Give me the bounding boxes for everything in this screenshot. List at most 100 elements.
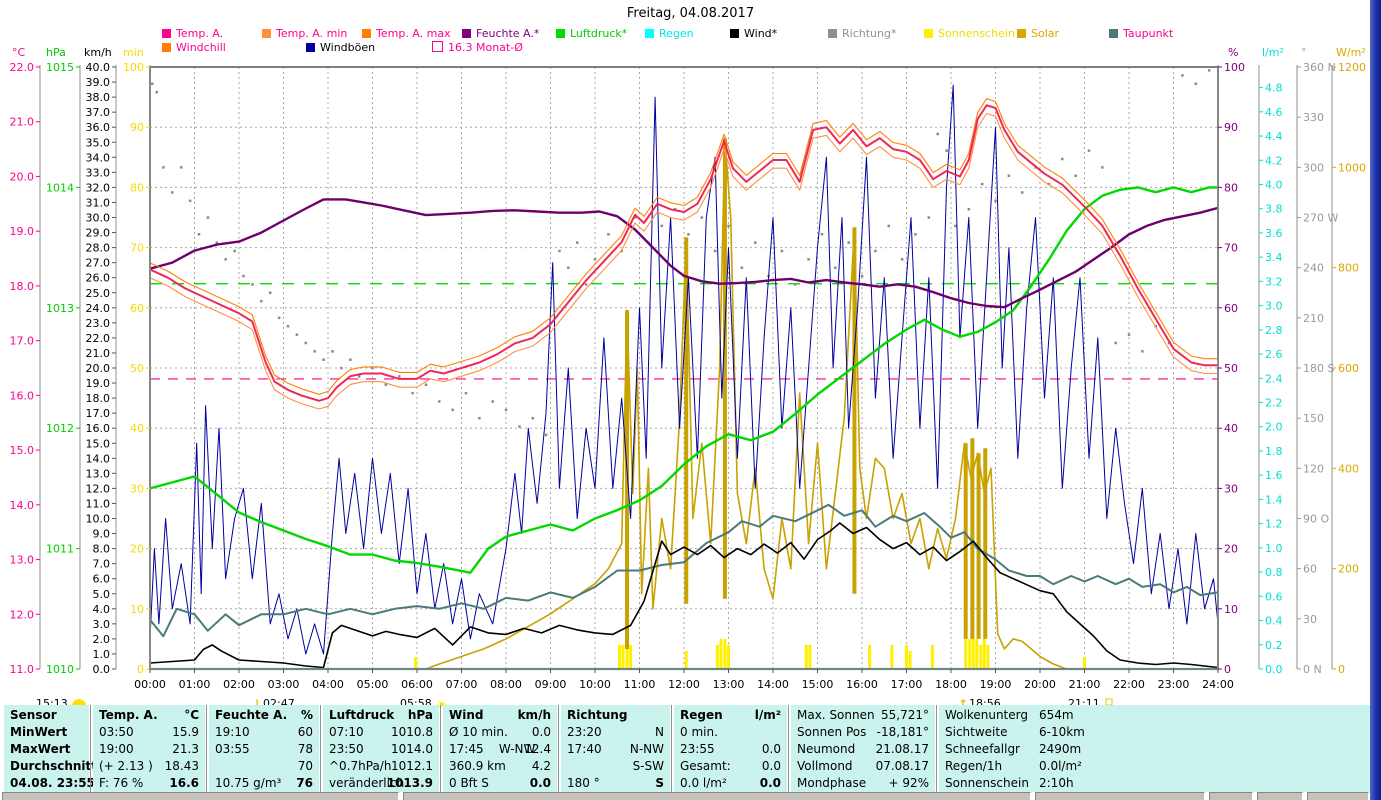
x-label: 13:00 (713, 678, 745, 691)
humidity-axis-label: 40 (1224, 422, 1238, 435)
table-row: Luftdruck hPa (323, 707, 439, 724)
x-label: 05:00 (357, 678, 389, 691)
wind-axis-label: 38.0 (86, 91, 111, 104)
sunshine-bar (982, 638, 986, 669)
table-cell: 0.0 (761, 759, 781, 773)
sunshine-axis-label: 0 (137, 663, 144, 676)
table-divider (440, 705, 441, 792)
sunshine-axis-label: 100 (123, 61, 144, 74)
temp-axis-label: 18.0 (10, 280, 35, 293)
temp-axis-label: 13.0 (10, 554, 35, 567)
direction-dot (171, 191, 174, 194)
rain-axis-label: 0.0 (1265, 663, 1283, 676)
direction-dot (927, 216, 931, 219)
wind-axis-label: 12.0 (86, 482, 111, 495)
sunshine-bar (868, 644, 872, 669)
sunshine-bar (986, 644, 990, 669)
sunshine-axis-label: 30 (130, 482, 144, 495)
table-cell: °C (184, 708, 199, 722)
sunshine-bar (968, 638, 972, 669)
solar-axis-label: 400 (1338, 462, 1359, 475)
solar-spike-bar (983, 448, 988, 639)
weather-day-chart[interactable]: 11.0 12.0 13.0 14.0 15.0 16.0 17.0 18.0 19.0 20.0… (0, 0, 1381, 712)
table-cell: 07:10 (329, 725, 364, 739)
table-cell: + 92% (888, 776, 929, 790)
table-row: 07:10 1010.8 (323, 724, 439, 741)
pressure-axis-label: 1010 (46, 663, 74, 676)
direction-dot (780, 249, 784, 253)
statusbar-segment (2, 792, 399, 800)
table-row: Regen l/m² (674, 707, 787, 724)
table-cell: 70 (297, 759, 313, 773)
wind-axis-label: 32.0 (86, 181, 111, 194)
table-cell: 2:10h (1039, 776, 1074, 790)
table-row: (+ 2.13 ) 18.43 (93, 758, 205, 775)
wind-axis-label: 34.0 (86, 151, 111, 164)
direction-dot (518, 425, 521, 428)
rain-axis-label: 2.2 (1265, 397, 1283, 410)
wind-axis-label: 2.0 (93, 633, 111, 646)
rain-axis-label: 4.8 (1265, 82, 1283, 95)
direction-axis-label: 180 S (1303, 362, 1334, 375)
direction-dot (1207, 69, 1211, 72)
table-cell: 12.4 (524, 742, 551, 756)
table-cell: (+ 2.13 ) (99, 759, 153, 773)
table-cell: Luftdruck (329, 708, 395, 722)
table-divider (936, 705, 937, 792)
table-cell: 1014.0 (391, 742, 433, 756)
table-cell: 04.08. 23:55 (10, 776, 95, 790)
table-row: Regen/1h 0.0l/m² (939, 758, 1372, 775)
table-cell: 17:45 W-NW (449, 742, 536, 756)
table-cell: 0.0 (529, 776, 551, 790)
direction-dot (794, 283, 797, 286)
direction-dot (584, 283, 588, 286)
temp-axis-label: 20.0 (10, 170, 35, 183)
wind-axis-label: 31.0 (86, 196, 111, 209)
table-cell: Richtung (567, 708, 628, 722)
direction-dot (224, 258, 227, 261)
direction-dot (567, 266, 570, 269)
direction-dot (558, 249, 561, 253)
direction-dot (834, 266, 837, 269)
direction-dot (251, 283, 254, 286)
statusbar-segment (1035, 792, 1205, 800)
table-cell: 180 ° (567, 776, 600, 790)
direction-dot (660, 224, 664, 228)
x-label: 01:00 (179, 678, 211, 691)
direction-dot (286, 324, 290, 328)
table-row: MinWert (4, 724, 89, 741)
direction-dot (398, 375, 401, 378)
direction-dot (268, 291, 272, 295)
direction-axis-label: 150 (1303, 412, 1324, 425)
direction-dot (491, 400, 494, 403)
sunshine-bar (808, 644, 812, 669)
humidity-axis-label: 0 (1224, 663, 1231, 676)
rain-axis-label: 1.4 (1265, 493, 1283, 506)
direction-dot (700, 216, 704, 219)
table-cell: 55,721° (881, 708, 929, 722)
table-cell: 654m (1039, 708, 1074, 722)
direction-dot (954, 224, 957, 228)
sunshine-bar (804, 644, 808, 669)
humidity-axis-label: 60 (1224, 302, 1238, 315)
table-cell: Gesamt: (680, 759, 731, 773)
x-label: 03:00 (268, 678, 300, 691)
table-row: ^0.7hPa/h 1012.1 (323, 758, 439, 775)
table-cell: F: 76 % (99, 776, 144, 790)
table-row: 19:10 60 (209, 724, 319, 741)
direction-dot (411, 391, 414, 395)
table-cell: S-SW (632, 759, 664, 773)
table-cell: 1012.1 (391, 759, 433, 773)
table-cell: 78 (297, 742, 313, 756)
wind-axis-label: 1.0 (93, 648, 111, 661)
table-cell: 03:50 (99, 725, 134, 739)
table-cell: MinWert (10, 725, 68, 739)
x-label: 22:00 (1113, 678, 1145, 691)
direction-dot (179, 166, 183, 169)
direction-dot (900, 258, 904, 261)
table-cell: Sensor (10, 708, 57, 722)
table-cell: Ø 10 min. (449, 725, 508, 739)
temp-axis-label: 21.0 (10, 116, 35, 129)
pressure-axis-label: 1015 (46, 61, 74, 74)
sensor-column-luftdruck: Luftdruck hPa 07:10 1010.8 23:50 1014.0 ^0.7hP… (323, 705, 439, 792)
